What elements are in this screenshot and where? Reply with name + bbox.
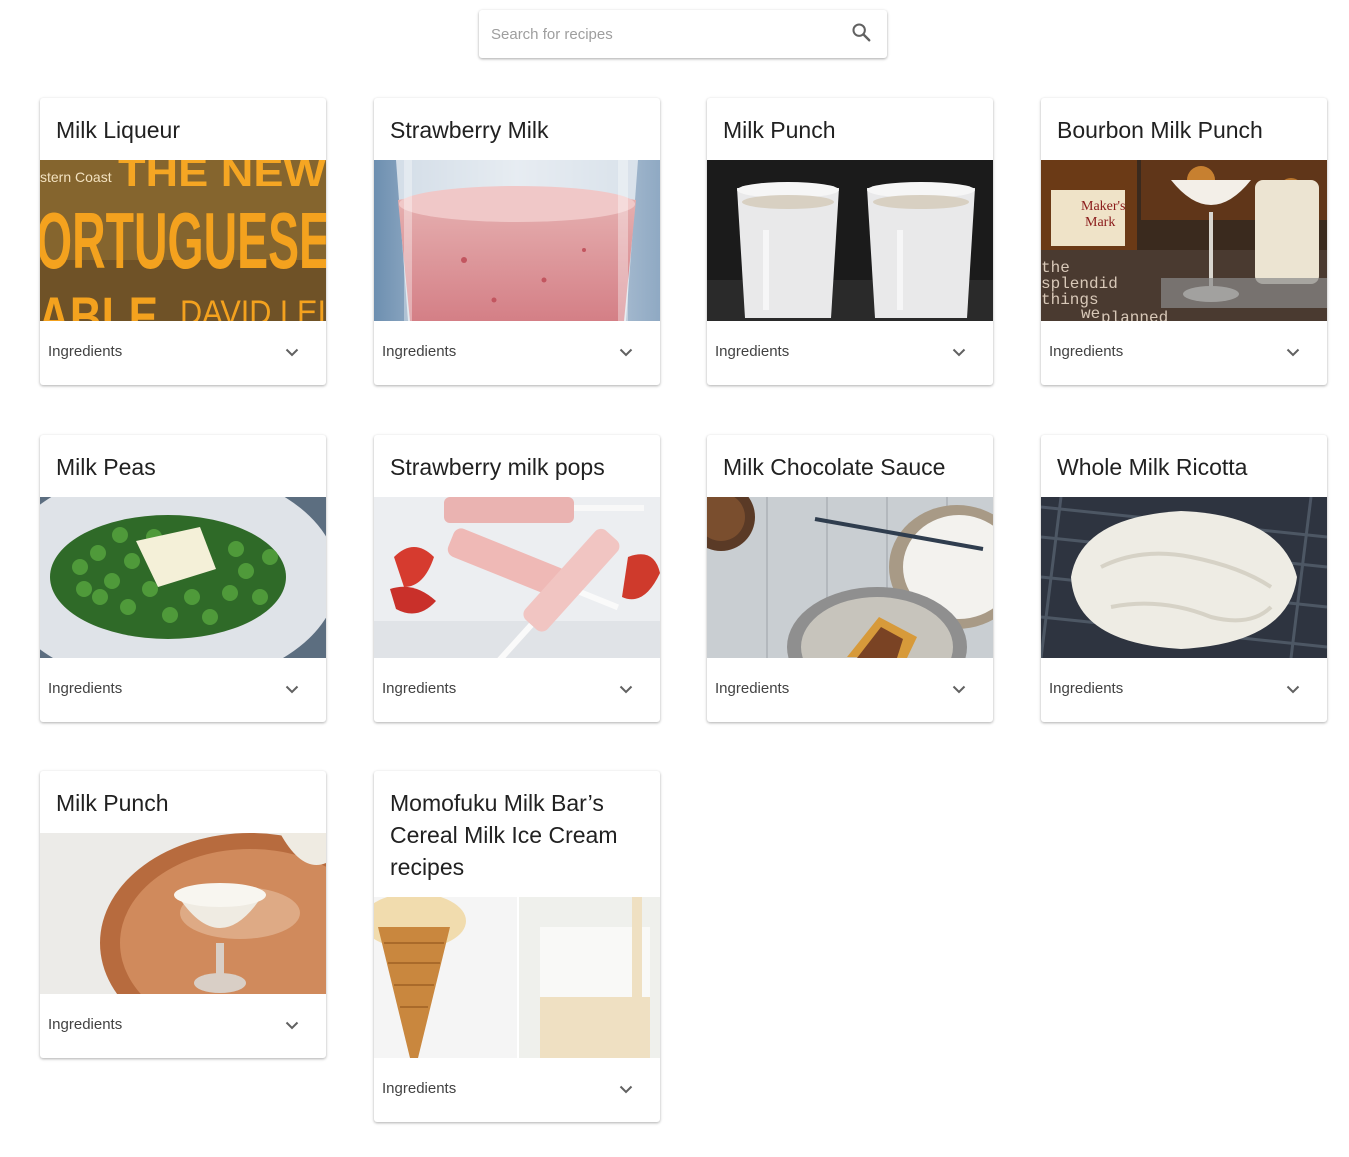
svg-text:ORTUGUESE: ORTUGUESE <box>40 196 326 285</box>
ingredients-panel[interactable]: Ingredients <box>40 994 326 1058</box>
recipe-image <box>707 497 993 658</box>
recipe-title: Milk Peas <box>56 454 156 480</box>
ingredients-panel[interactable]: Ingredients <box>707 321 993 385</box>
ingredients-panel[interactable]: Ingredients <box>40 321 326 385</box>
chevron-down-icon <box>285 1017 299 1035</box>
ingredients-label: Ingredients <box>715 680 790 697</box>
ingredients-panel[interactable]: Ingredients <box>374 1058 660 1122</box>
chevron-down-icon <box>619 344 633 362</box>
recipe-title: Milk Punch <box>723 117 836 143</box>
svg-text:Maker's: Maker's <box>1081 199 1126 214</box>
expand-ingredients-button[interactable] <box>1279 339 1307 367</box>
chevron-down-icon <box>952 681 966 699</box>
recipe-card: Milk Punch Ingredients <box>40 771 326 1058</box>
ingredients-label: Ingredients <box>382 680 457 697</box>
recipe-title: Whole Milk Ricotta <box>1057 454 1248 480</box>
expand-ingredients-button[interactable] <box>1279 676 1307 704</box>
ingredients-panel[interactable]: Ingredients <box>374 658 660 722</box>
expand-ingredients-button[interactable] <box>278 339 306 367</box>
expand-ingredients-button[interactable] <box>612 339 640 367</box>
svg-text:DAVID LEI: DAVID LEI <box>180 294 326 321</box>
recipe-image <box>40 497 326 658</box>
expand-ingredients-button[interactable] <box>278 1012 306 1040</box>
ingredients-panel[interactable]: Ingredients <box>1041 321 1327 385</box>
ingredients-label: Ingredients <box>48 680 123 697</box>
expand-ingredients-button[interactable] <box>278 676 306 704</box>
recipe-title: Milk Punch <box>56 790 169 816</box>
recipe-title: Milk Liqueur <box>56 117 180 143</box>
expand-ingredients-button[interactable] <box>945 339 973 367</box>
book-cover-text: stern Coast <box>40 169 112 185</box>
svg-text:ABLE: ABLE <box>40 285 158 321</box>
recipe-card: Whole Milk Ricotta Ingredients <box>1041 435 1327 722</box>
ingredients-panel[interactable]: Ingredients <box>1041 658 1327 722</box>
recipe-image <box>1041 497 1327 658</box>
recipe-image <box>40 833 326 994</box>
recipe-card: Strawberry milk pops Ingredients <box>374 435 660 722</box>
recipe-card: Strawberry Milk Ingredients <box>374 98 660 385</box>
search-icon <box>850 21 872 48</box>
chevron-down-icon <box>619 681 633 699</box>
ingredients-panel[interactable]: Ingredients <box>707 658 993 722</box>
recipe-image <box>374 160 660 321</box>
recipe-card: Milk Chocolate Sauce Ingredients <box>707 435 993 722</box>
svg-text:Mark: Mark <box>1085 215 1115 230</box>
recipe-card: Momofuku Milk Bar’s Cereal Milk Ice Crea… <box>374 771 660 1122</box>
recipe-title: Milk Chocolate Sauce <box>723 454 946 480</box>
ingredients-label: Ingredients <box>48 1016 123 1033</box>
recipe-title: Strawberry Milk <box>390 117 549 143</box>
recipe-image: stern Coast THE NEW ORTUGUESE ABLE DAVID… <box>40 160 326 321</box>
ingredients-panel[interactable]: Ingredients <box>40 658 326 722</box>
ingredients-label: Ingredients <box>715 343 790 360</box>
chevron-down-icon <box>952 344 966 362</box>
expand-ingredients-button[interactable] <box>612 1076 640 1104</box>
search-bar <box>479 10 887 58</box>
svg-text:THE NEW: THE NEW <box>118 160 326 195</box>
recipe-card: Milk Peas Ingredients <box>40 435 326 722</box>
ingredients-label: Ingredients <box>48 343 123 360</box>
ingredients-label: Ingredients <box>1049 343 1124 360</box>
ingredients-label: Ingredients <box>382 1080 457 1097</box>
ingredients-panel[interactable]: Ingredients <box>374 321 660 385</box>
svg-text:we: we <box>1081 305 1100 321</box>
recipe-title: Strawberry milk pops <box>390 454 605 480</box>
chevron-down-icon <box>285 681 299 699</box>
search-button[interactable] <box>847 20 875 48</box>
recipe-image <box>374 897 660 1058</box>
chevron-down-icon <box>285 344 299 362</box>
recipe-card: Milk Punch Ingredients <box>707 98 993 385</box>
svg-text:planned: planned <box>1101 309 1168 321</box>
recipe-image: Maker's Mark the splendid things we plan… <box>1041 160 1327 321</box>
chevron-down-icon <box>1286 344 1300 362</box>
recipe-card: Bourbon Milk Punch Maker's Mark the sple… <box>1041 98 1327 385</box>
recipe-image <box>707 160 993 321</box>
recipe-title: Bourbon Milk Punch <box>1057 117 1263 143</box>
chevron-down-icon <box>619 1081 633 1099</box>
search-input[interactable] <box>491 22 831 46</box>
recipe-title: Momofuku Milk Bar’s Cereal Milk Ice Crea… <box>390 790 618 880</box>
expand-ingredients-button[interactable] <box>945 676 973 704</box>
ingredients-label: Ingredients <box>382 343 457 360</box>
ingredients-label: Ingredients <box>1049 680 1124 697</box>
recipe-image <box>374 497 660 658</box>
recipe-card: Milk Liqueur stern Coast THE NEW ORTUGUE… <box>40 98 326 385</box>
expand-ingredients-button[interactable] <box>612 676 640 704</box>
chevron-down-icon <box>1286 681 1300 699</box>
